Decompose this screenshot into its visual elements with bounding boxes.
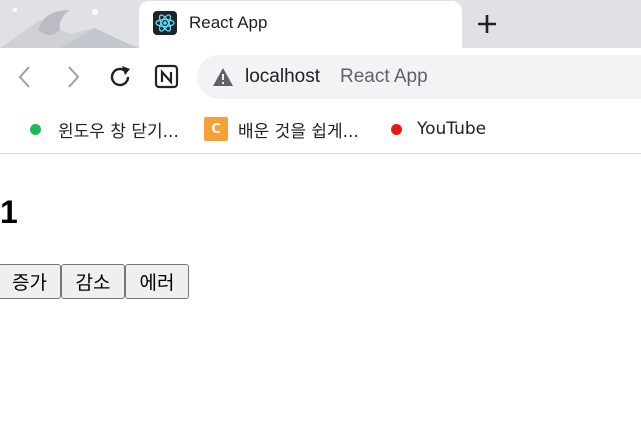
- tab-title: React App: [189, 13, 268, 32]
- url-host: localhost: [245, 66, 320, 87]
- bookmark-youtube[interactable]: YouTube: [391, 118, 486, 140]
- reload-icon[interactable]: [106, 63, 134, 91]
- browser-toolbar: localhost React App: [0, 48, 641, 106]
- c-logo-icon: C: [204, 117, 228, 141]
- react-logo-icon: [153, 11, 177, 35]
- bookmarks-bar: 윈도우 창 닫기... C 배운 것을 쉽게... YouTube: [0, 106, 641, 154]
- green-dot-icon: [30, 123, 41, 135]
- plus-icon[interactable]: [476, 13, 498, 35]
- forward-arrow-icon[interactable]: [59, 63, 87, 91]
- active-tab[interactable]: React App: [139, 1, 462, 48]
- bookmark-label: YouTube: [417, 119, 487, 139]
- warning-triangle-icon[interactable]: [212, 67, 234, 87]
- decrease-button[interactable]: 감소: [61, 264, 125, 299]
- url-page-title: React App: [340, 66, 428, 87]
- red-dot-icon: [391, 123, 402, 135]
- page-content: 1 증가 감소 에러: [0, 154, 641, 428]
- error-button[interactable]: 에러: [125, 264, 189, 299]
- bookmark-label: 배운 것을 쉽게...: [238, 121, 359, 142]
- bookmark-windows-close[interactable]: 윈도우 창 닫기...: [30, 118, 179, 142]
- increase-button[interactable]: 증가: [0, 264, 61, 299]
- tab-strip: React App: [0, 0, 641, 48]
- bookmark-label: 윈도우 창 닫기...: [58, 121, 179, 142]
- address-bar[interactable]: localhost React App: [197, 55, 641, 99]
- bookmark-learn-easy[interactable]: C 배운 것을 쉽게...: [204, 117, 359, 142]
- counter-value: 1: [0, 194, 18, 230]
- theme-decoration-icon: [0, 8, 139, 48]
- notion-icon[interactable]: [153, 63, 181, 91]
- back-arrow-icon[interactable]: [11, 63, 39, 91]
